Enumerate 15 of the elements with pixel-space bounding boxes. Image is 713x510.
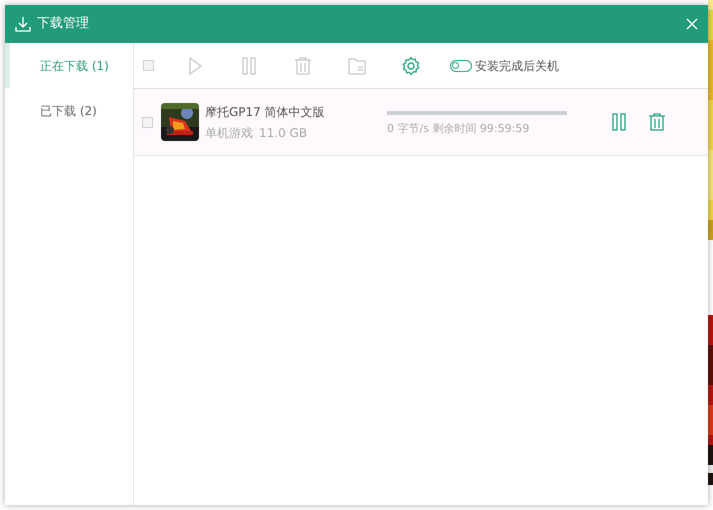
window-title: 下载管理 bbox=[37, 15, 89, 34]
trash-icon[interactable] bbox=[647, 112, 667, 132]
toggle-label: 安装完成后关机 bbox=[475, 58, 559, 74]
item-size: 11.0 GB bbox=[259, 124, 308, 142]
checkbox[interactable] bbox=[143, 60, 154, 71]
sidebar-tab[interactable]: 正在下载 (1) bbox=[5, 43, 133, 88]
toggle-switch[interactable] bbox=[450, 60, 472, 72]
checkbox[interactable] bbox=[142, 116, 153, 128]
item-title: 摩托GP17 简体中文版 bbox=[205, 104, 326, 120]
download-icon bbox=[15, 16, 31, 32]
close-icon[interactable] bbox=[686, 18, 698, 30]
sidebar-tab[interactable]: 已下载 (2) bbox=[5, 88, 133, 133]
settings-icon[interactable] bbox=[401, 56, 421, 76]
item-category: 单机游戏 bbox=[205, 124, 253, 142]
download-status: 0 字节/s 剩余时间 99:59:59 bbox=[387, 120, 530, 137]
